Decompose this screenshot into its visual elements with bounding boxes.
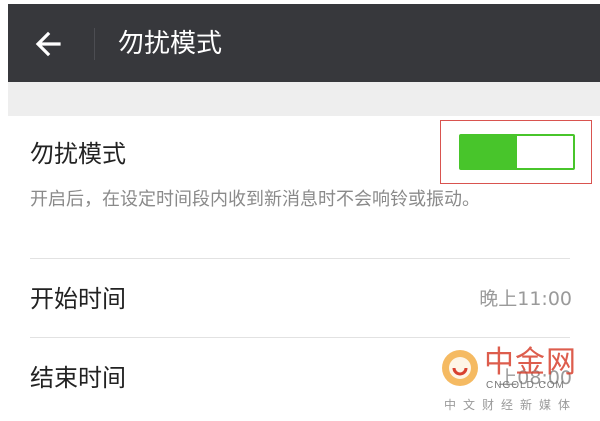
end-time-label: 结束时间 [30, 364, 126, 392]
watermark-domain: CNGOLD.COM [486, 380, 565, 391]
toggle-fill [461, 136, 517, 168]
watermark: 中金网 CNGOLD.COM 中文财经新媒体 [440, 346, 598, 416]
dnd-label: 勿扰模式 [30, 140, 126, 168]
dnd-toggle-switch[interactable] [459, 134, 575, 170]
app-bar: 勿扰模式 [8, 4, 600, 82]
dnd-description: 开启后，在设定时间段内收到新消息时不会响铃或振动。 [30, 189, 480, 210]
watermark-brand: 中金网 [484, 345, 577, 380]
section-gap [8, 82, 600, 116]
page-title: 勿扰模式 [118, 29, 223, 59]
start-time-value[interactable]: 晚上11:00 [479, 283, 572, 315]
back-button[interactable] [26, 22, 70, 66]
watermark-tagline: 中文财经新媒体 [444, 398, 578, 412]
row-divider [30, 337, 570, 338]
start-time-label: 开始时间 [30, 285, 126, 313]
watermark-logo [442, 350, 478, 386]
arrow-left-icon [35, 31, 61, 57]
row-divider [30, 258, 570, 259]
header-divider [94, 28, 95, 60]
